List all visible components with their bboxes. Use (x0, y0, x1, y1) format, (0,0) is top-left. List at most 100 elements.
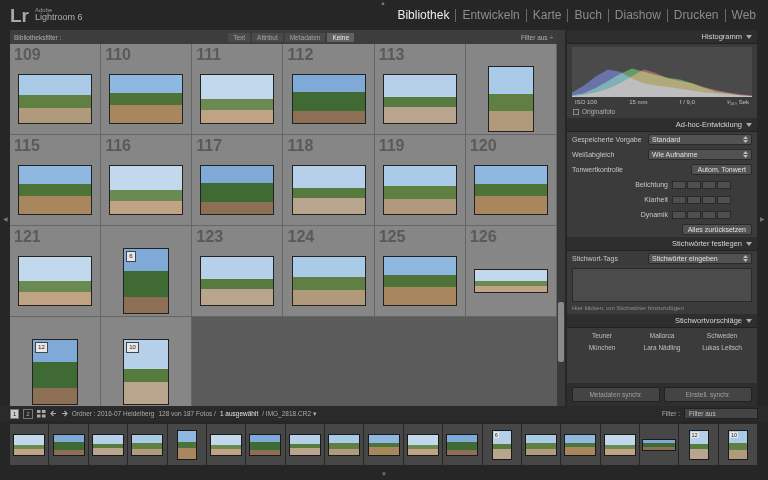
grid-cell[interactable]: 12 (10, 317, 101, 406)
filter-option[interactable]: Text (228, 33, 250, 42)
stack-badge[interactable]: 12 (35, 342, 48, 353)
grid-cell[interactable]: 121 (10, 226, 101, 317)
photo-thumbnail[interactable]: 10 (123, 339, 169, 405)
grid-cell[interactable]: 113 (375, 44, 466, 135)
photo-thumbnail[interactable] (200, 74, 274, 124)
grid-cell[interactable]: 10 (101, 317, 192, 406)
grid-cell[interactable]: 110 (101, 44, 192, 135)
dropdown[interactable]: Wie Aufnahme (648, 149, 752, 160)
step-button[interactable] (717, 181, 731, 189)
step-button[interactable] (672, 181, 686, 189)
photo-thumbnail[interactable]: 6 (123, 248, 169, 314)
dropdown[interactable]: Stichwörter eingeben (648, 253, 752, 264)
panel-header[interactable]: Stichwortvorschläge (567, 314, 757, 328)
grid-cell[interactable]: 125 (375, 226, 466, 317)
sync-button[interactable]: Metadaten synchr. (572, 387, 660, 402)
filmstrip-cell[interactable] (561, 424, 600, 465)
stack-badge[interactable]: 10 (126, 342, 139, 353)
photo-thumbnail[interactable] (474, 165, 548, 215)
collapse-triangle-icon[interactable] (746, 123, 752, 127)
filmstrip-thumbnail[interactable] (564, 434, 596, 456)
collapse-triangle-icon[interactable] (746, 242, 752, 246)
module-tab[interactable]: Karte (526, 9, 568, 22)
filmstrip-cell[interactable] (168, 424, 207, 465)
keyword-suggestion[interactable]: München (572, 344, 632, 351)
top-panel-toggle[interactable]: ▲ (380, 0, 386, 7)
module-tab[interactable]: Drucken (667, 9, 725, 22)
bottom-panel-toggle[interactable]: ▼ (0, 468, 768, 480)
keyword-suggestion[interactable]: Lukas Leitsch (692, 344, 752, 351)
row-button[interactable]: Autom. Tonwert (691, 164, 752, 175)
filmstrip-thumbnail[interactable] (131, 434, 163, 456)
photo-thumbnail[interactable] (200, 256, 274, 306)
step-button[interactable] (717, 211, 731, 219)
collapse-triangle-icon[interactable] (746, 319, 752, 323)
grid-cell[interactable]: 126 (466, 226, 557, 317)
photo-thumbnail[interactable] (292, 256, 366, 306)
panel-header[interactable]: Ad-hoc-Entwicklung (567, 118, 757, 132)
photo-thumbnail[interactable] (200, 165, 274, 215)
filmstrip-thumbnail[interactable] (53, 434, 85, 456)
filmstrip-thumbnail[interactable]: 12 (689, 430, 709, 460)
step-button[interactable] (687, 196, 701, 204)
view-button[interactable]: 2 (23, 409, 32, 419)
filmstrip-thumbnail[interactable]: 6 (492, 430, 512, 460)
filter-dropdown[interactable]: Filter aus (684, 408, 758, 419)
step-button[interactable] (702, 196, 716, 204)
grid-cell[interactable]: 118 (283, 135, 374, 226)
step-button[interactable] (672, 211, 686, 219)
filter-option[interactable]: Attribut (252, 33, 283, 42)
file-name[interactable]: / IMG_2818.CR2 ▾ (262, 410, 317, 418)
keyword-suggestion[interactable]: Lara Nädling (632, 344, 692, 351)
filter-option[interactable]: Keine (327, 33, 354, 42)
filmstrip-cell[interactable] (246, 424, 285, 465)
photo-thumbnail[interactable] (109, 74, 183, 124)
filmstrip-cell[interactable] (128, 424, 167, 465)
checkbox[interactable] (573, 109, 579, 115)
filmstrip-thumbnail[interactable] (210, 434, 242, 456)
filmstrip-cell[interactable] (640, 424, 679, 465)
left-panel-toggle[interactable]: ◀ (0, 30, 10, 406)
step-button[interactable] (702, 181, 716, 189)
grid-cell[interactable]: 109 (10, 44, 101, 135)
step-button[interactable] (702, 211, 716, 219)
filmstrip-thumbnail[interactable] (328, 434, 360, 456)
grid-cell[interactable] (466, 44, 557, 135)
grid-cell[interactable]: 115 (10, 135, 101, 226)
dropdown-arrows-icon[interactable] (743, 255, 748, 262)
filmstrip-thumbnail[interactable]: 10 (728, 430, 748, 460)
view-button[interactable]: 1 (10, 409, 19, 419)
filmstrip-thumbnail[interactable] (368, 434, 400, 456)
collapse-triangle-icon[interactable] (746, 35, 752, 39)
filmstrip-cell[interactable] (364, 424, 403, 465)
original-photo-toggle[interactable]: Originalfoto (567, 106, 757, 118)
filmstrip-cell[interactable] (443, 424, 482, 465)
filmstrip-cell[interactable]: 12 (679, 424, 718, 465)
photo-thumbnail[interactable] (292, 165, 366, 215)
filmstrip-thumbnail[interactable] (13, 434, 45, 456)
module-tab[interactable]: Bibliothek (391, 9, 455, 22)
filmstrip-cell[interactable] (89, 424, 128, 465)
filmstrip-thumbnail[interactable] (604, 434, 636, 456)
grid-icon[interactable] (37, 410, 46, 418)
grid-cell[interactable]: 111 (192, 44, 283, 135)
photo-thumbnail[interactable] (18, 256, 92, 306)
keyword-suggestion[interactable]: Mallorca (632, 332, 692, 339)
filmstrip-thumbnail[interactable] (249, 434, 281, 456)
photo-thumbnail[interactable] (474, 269, 548, 293)
filter-option[interactable]: Metadaten (285, 33, 326, 42)
filmstrip-thumbnail[interactable] (407, 434, 439, 456)
filmstrip-cell[interactable] (325, 424, 364, 465)
photo-thumbnail[interactable] (383, 256, 457, 306)
filmstrip-thumbnail[interactable] (525, 434, 557, 456)
filmstrip-thumbnail[interactable] (289, 434, 321, 456)
row-button[interactable]: Alles zurücksetzen (682, 224, 752, 235)
grid-scrollbar[interactable] (557, 30, 565, 406)
filmstrip-thumbnail[interactable] (177, 430, 197, 460)
grid-cell[interactable]: 124 (283, 226, 374, 317)
grid-cell[interactable]: 119 (375, 135, 466, 226)
filmstrip-cell[interactable]: 6 (483, 424, 522, 465)
stack-badge[interactable]: 6 (126, 251, 135, 262)
dropdown-arrows-icon[interactable] (743, 151, 748, 158)
keyword-suggestion[interactable]: Schweden (692, 332, 752, 339)
